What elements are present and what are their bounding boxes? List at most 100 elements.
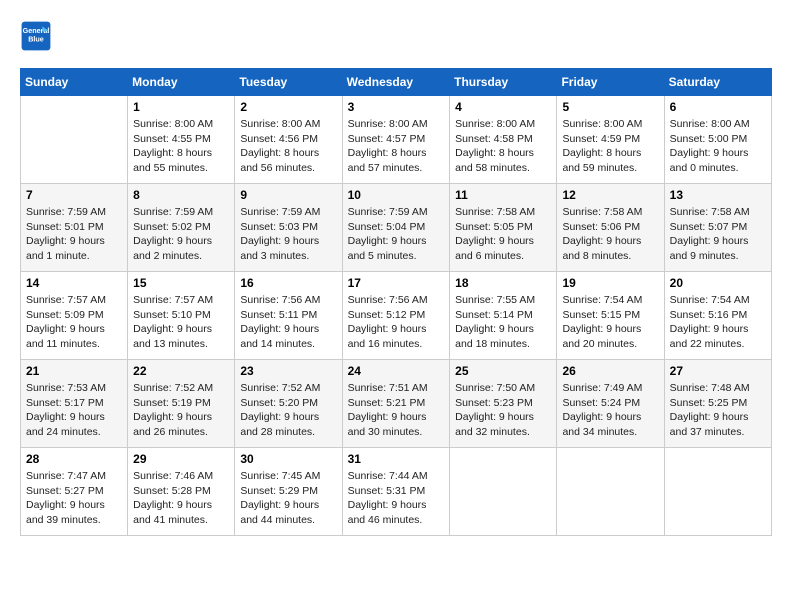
calendar-body: 1 Sunrise: 8:00 AMSunset: 4:55 PMDaylight…	[21, 96, 772, 536]
calendar-cell: 25 Sunrise: 7:50 AMSunset: 5:23 PMDayligh…	[450, 360, 557, 448]
cell-info: Sunrise: 7:54 AMSunset: 5:16 PMDaylight:…	[670, 293, 766, 352]
day-number: 18	[455, 276, 551, 290]
calendar-cell: 26 Sunrise: 7:49 AMSunset: 5:24 PMDayligh…	[557, 360, 664, 448]
day-number: 21	[26, 364, 122, 378]
logo: General Blue	[20, 20, 56, 52]
day-number: 1	[133, 100, 229, 114]
weekday-header: Saturday	[664, 69, 771, 96]
calendar-cell: 6Sunrise: 8:00 AMSunset: 5:00 PMDaylight…	[664, 96, 771, 184]
calendar-header: SundayMondayTuesdayWednesdayThursdayFrid…	[21, 69, 772, 96]
logo-icon: General Blue	[20, 20, 52, 52]
day-number: 2	[240, 100, 336, 114]
calendar-cell	[557, 448, 664, 536]
calendar-cell: 7 Sunrise: 7:59 AMSunset: 5:01 PMDaylight…	[21, 184, 128, 272]
day-number: 25	[455, 364, 551, 378]
cell-info: Sunrise: 8:00 AMSunset: 4:56 PMDaylight:…	[240, 117, 336, 176]
cell-info: Sunrise: 7:52 AMSunset: 5:19 PMDaylight:…	[133, 381, 229, 440]
day-number: 7	[26, 188, 122, 202]
svg-text:Blue: Blue	[28, 35, 44, 44]
day-number: 3	[348, 100, 445, 114]
calendar-cell: 28 Sunrise: 7:47 AMSunset: 5:27 PMDayligh…	[21, 448, 128, 536]
calendar-cell: 8 Sunrise: 7:59 AMSunset: 5:02 PMDaylight…	[128, 184, 235, 272]
calendar-cell: 16 Sunrise: 7:56 AMSunset: 5:11 PMDayligh…	[235, 272, 342, 360]
calendar-cell: 11 Sunrise: 7:58 AMSunset: 5:05 PMDayligh…	[450, 184, 557, 272]
calendar-cell: 4 Sunrise: 8:00 AMSunset: 4:58 PMDaylight…	[450, 96, 557, 184]
cell-info: Sunrise: 7:46 AMSunset: 5:28 PMDaylight:…	[133, 469, 229, 528]
day-number: 10	[348, 188, 445, 202]
cell-info: Sunrise: 7:52 AMSunset: 5:20 PMDaylight:…	[240, 381, 336, 440]
calendar-cell: 23Sunrise: 7:52 AMSunset: 5:20 PMDayligh…	[235, 360, 342, 448]
cell-info: Sunrise: 7:49 AMSunset: 5:24 PMDaylight:…	[562, 381, 658, 440]
calendar-week-row: 1 Sunrise: 8:00 AMSunset: 4:55 PMDaylight…	[21, 96, 772, 184]
calendar-cell: 30Sunrise: 7:45 AMSunset: 5:29 PMDayligh…	[235, 448, 342, 536]
day-number: 6	[670, 100, 766, 114]
weekday-header: Friday	[557, 69, 664, 96]
calendar-cell: 17 Sunrise: 7:56 AMSunset: 5:12 PMDayligh…	[342, 272, 450, 360]
calendar-cell: 2 Sunrise: 8:00 AMSunset: 4:56 PMDaylight…	[235, 96, 342, 184]
cell-info: Sunrise: 7:59 AMSunset: 5:01 PMDaylight:…	[26, 205, 122, 264]
weekday-header: Monday	[128, 69, 235, 96]
cell-info: Sunrise: 7:48 AMSunset: 5:25 PMDaylight:…	[670, 381, 766, 440]
calendar-cell: 19 Sunrise: 7:54 AMSunset: 5:15 PMDayligh…	[557, 272, 664, 360]
page-header: General Blue	[20, 20, 772, 52]
calendar-cell: 5 Sunrise: 8:00 AMSunset: 4:59 PMDaylight…	[557, 96, 664, 184]
weekday-header-row: SundayMondayTuesdayWednesdayThursdayFrid…	[21, 69, 772, 96]
day-number: 17	[348, 276, 445, 290]
calendar-cell: 24Sunrise: 7:51 AMSunset: 5:21 PMDayligh…	[342, 360, 450, 448]
weekday-header: Sunday	[21, 69, 128, 96]
cell-info: Sunrise: 7:57 AMSunset: 5:10 PMDaylight:…	[133, 293, 229, 352]
cell-info: Sunrise: 7:55 AMSunset: 5:14 PMDaylight:…	[455, 293, 551, 352]
day-number: 11	[455, 188, 551, 202]
cell-info: Sunrise: 8:00 AMSunset: 4:58 PMDaylight:…	[455, 117, 551, 176]
cell-info: Sunrise: 7:58 AMSunset: 5:06 PMDaylight:…	[562, 205, 658, 264]
calendar-table: SundayMondayTuesdayWednesdayThursdayFrid…	[20, 68, 772, 536]
calendar-cell	[664, 448, 771, 536]
cell-info: Sunrise: 8:00 AMSunset: 4:57 PMDaylight:…	[348, 117, 445, 176]
calendar-cell: 14Sunrise: 7:57 AMSunset: 5:09 PMDayligh…	[21, 272, 128, 360]
day-number: 16	[240, 276, 336, 290]
day-number: 13	[670, 188, 766, 202]
cell-info: Sunrise: 7:56 AMSunset: 5:11 PMDaylight:…	[240, 293, 336, 352]
day-number: 29	[133, 452, 229, 466]
day-number: 5	[562, 100, 658, 114]
calendar-cell: 12 Sunrise: 7:58 AMSunset: 5:06 PMDayligh…	[557, 184, 664, 272]
calendar-week-row: 7 Sunrise: 7:59 AMSunset: 5:01 PMDaylight…	[21, 184, 772, 272]
day-number: 4	[455, 100, 551, 114]
calendar-cell: 29 Sunrise: 7:46 AMSunset: 5:28 PMDayligh…	[128, 448, 235, 536]
calendar-cell	[450, 448, 557, 536]
day-number: 28	[26, 452, 122, 466]
cell-info: Sunrise: 7:54 AMSunset: 5:15 PMDaylight:…	[562, 293, 658, 352]
calendar-cell: 21 Sunrise: 7:53 AMSunset: 5:17 PMDayligh…	[21, 360, 128, 448]
calendar-week-row: 14Sunrise: 7:57 AMSunset: 5:09 PMDayligh…	[21, 272, 772, 360]
day-number: 15	[133, 276, 229, 290]
day-number: 12	[562, 188, 658, 202]
day-number: 19	[562, 276, 658, 290]
cell-info: Sunrise: 7:59 AMSunset: 5:04 PMDaylight:…	[348, 205, 445, 264]
day-number: 26	[562, 364, 658, 378]
weekday-header: Tuesday	[235, 69, 342, 96]
cell-info: Sunrise: 7:58 AMSunset: 5:05 PMDaylight:…	[455, 205, 551, 264]
weekday-header: Wednesday	[342, 69, 450, 96]
calendar-cell: 27 Sunrise: 7:48 AMSunset: 5:25 PMDayligh…	[664, 360, 771, 448]
cell-info: Sunrise: 7:56 AMSunset: 5:12 PMDaylight:…	[348, 293, 445, 352]
cell-info: Sunrise: 7:47 AMSunset: 5:27 PMDaylight:…	[26, 469, 122, 528]
calendar-cell: 9Sunrise: 7:59 AMSunset: 5:03 PMDaylight…	[235, 184, 342, 272]
cell-info: Sunrise: 7:59 AMSunset: 5:02 PMDaylight:…	[133, 205, 229, 264]
calendar-cell: 22Sunrise: 7:52 AMSunset: 5:19 PMDayligh…	[128, 360, 235, 448]
day-number: 8	[133, 188, 229, 202]
day-number: 14	[26, 276, 122, 290]
cell-info: Sunrise: 7:50 AMSunset: 5:23 PMDaylight:…	[455, 381, 551, 440]
day-number: 30	[240, 452, 336, 466]
cell-info: Sunrise: 8:00 AMSunset: 4:55 PMDaylight:…	[133, 117, 229, 176]
day-number: 27	[670, 364, 766, 378]
calendar-week-row: 21 Sunrise: 7:53 AMSunset: 5:17 PMDayligh…	[21, 360, 772, 448]
day-number: 31	[348, 452, 445, 466]
cell-info: Sunrise: 7:44 AMSunset: 5:31 PMDaylight:…	[348, 469, 445, 528]
cell-info: Sunrise: 8:00 AMSunset: 4:59 PMDaylight:…	[562, 117, 658, 176]
calendar-cell: 10 Sunrise: 7:59 AMSunset: 5:04 PMDayligh…	[342, 184, 450, 272]
cell-info: Sunrise: 7:53 AMSunset: 5:17 PMDaylight:…	[26, 381, 122, 440]
weekday-header: Thursday	[450, 69, 557, 96]
calendar-cell: 15 Sunrise: 7:57 AMSunset: 5:10 PMDayligh…	[128, 272, 235, 360]
day-number: 20	[670, 276, 766, 290]
cell-info: Sunrise: 7:59 AMSunset: 5:03 PMDaylight:…	[240, 205, 336, 264]
